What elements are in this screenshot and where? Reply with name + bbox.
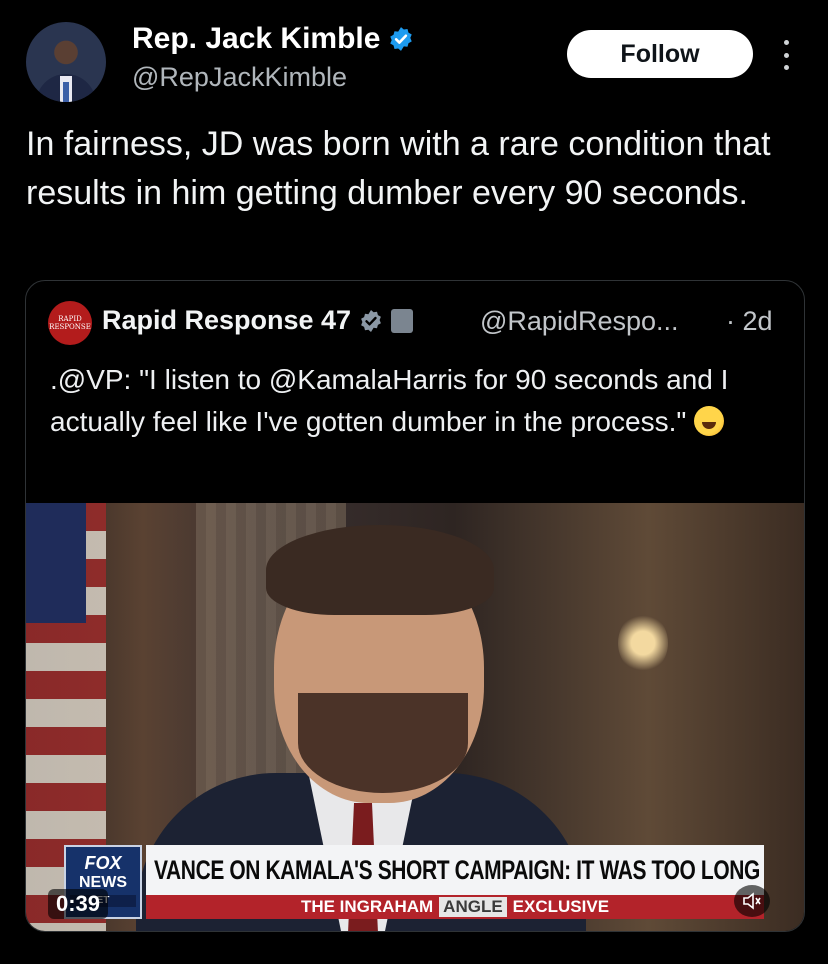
follow-button[interactable]: Follow — [567, 30, 753, 78]
quoted-post-card[interactable]: RAPID RESPONSE Rapid Response 47 @RapidR… — [25, 280, 805, 932]
quoted-post-timestamp[interactable]: · 2d — [726, 306, 773, 337]
post-text: In fairness, JD was born with a rare con… — [26, 125, 771, 212]
more-options-icon[interactable] — [779, 40, 793, 70]
quoted-author-handle[interactable]: @RapidRespo... — [480, 306, 679, 337]
quoted-author-name-row[interactable]: Rapid Response 47 — [102, 305, 414, 336]
verified-badge-icon — [361, 309, 381, 332]
mute-icon[interactable] — [734, 885, 770, 917]
quoted-post-text-body: .@VP: "I listen to @KamalaHarris for 90 … — [50, 364, 729, 437]
quoted-author-display-name[interactable]: Rapid Response 47 — [102, 305, 351, 336]
quoted-post-text: .@VP: "I listen to @KamalaHarris for 90 … — [50, 359, 790, 443]
author-name-row[interactable]: Rep. Jack Kimble — [132, 22, 414, 56]
verified-badge-icon — [390, 27, 413, 51]
author-display-name[interactable]: Rep. Jack Kimble — [132, 22, 380, 56]
news-headline: VANCE ON KAMALA'S SHORT CAMPAIGN: IT WAS… — [146, 845, 764, 895]
quoted-author-avatar[interactable]: RAPID RESPONSE — [48, 301, 92, 345]
author-handle[interactable]: @RepJackKimble — [132, 62, 347, 93]
video-player[interactable]: FOX NEWS ET VANCE ON KAMALA'S SHORT CAMP… — [26, 503, 804, 931]
video-duration: 0:39 — [48, 889, 109, 919]
white-house-affiliate-icon — [391, 308, 414, 333]
news-subline: THE INGRAHAM ANGLE EXCLUSIVE — [146, 895, 764, 919]
author-avatar[interactable] — [26, 22, 106, 102]
news-lower-third: FOX NEWS ET VANCE ON KAMALA'S SHORT CAMP… — [64, 845, 764, 919]
rolling-laughing-emoji-icon — [694, 406, 725, 436]
